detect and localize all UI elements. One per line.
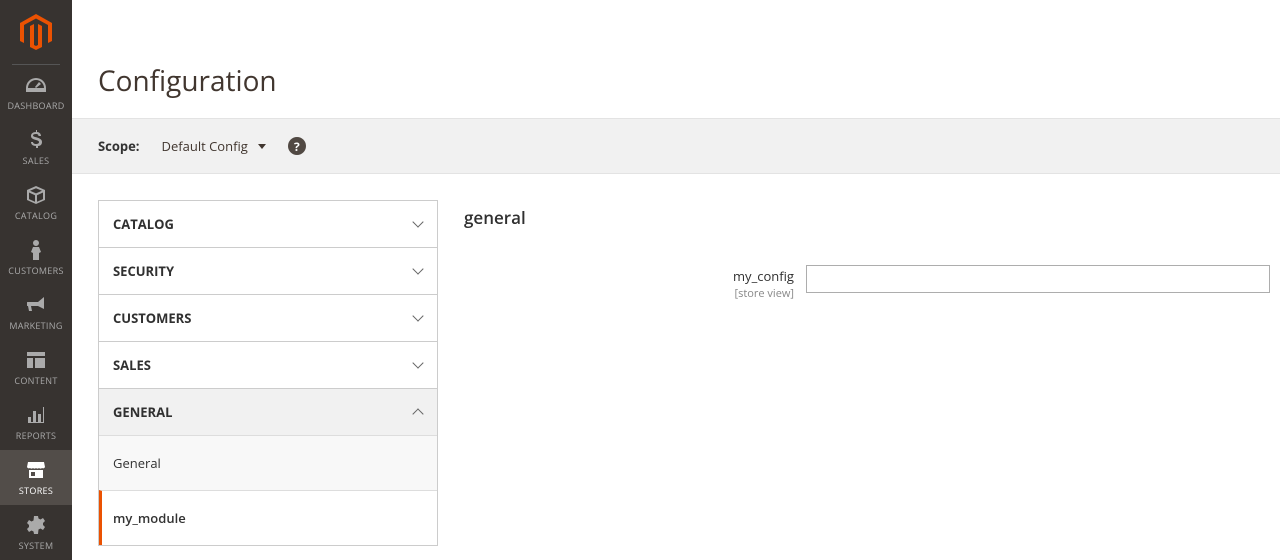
chevron-down-icon [413,313,423,323]
magento-logo[interactable] [0,0,72,64]
config-section-label: SECURITY [113,262,174,280]
sidebar-item-label: CONTENT [14,374,57,387]
dashboard-icon [26,75,46,95]
config-section-general: GENERAL General my_module [98,388,438,546]
sidebar-item-sales[interactable]: SALES [0,120,72,175]
config-section-header[interactable]: SECURITY [99,248,437,294]
scope-value: Default Config [162,137,248,155]
dollar-icon [30,130,42,150]
field-scope: [store view] [464,286,794,301]
field-label-wrap: my_config [store view] [464,265,794,301]
gear-icon [27,515,45,535]
sidebar-item-marketing[interactable]: MARKETING [0,285,72,340]
scope-label: Scope: [98,137,140,155]
form-section-title: general [464,200,1270,265]
sidebar-item-label: DASHBOARD [7,99,64,112]
sidebar-item-label: STORES [19,484,53,497]
sidebar-item-reports[interactable]: REPORTS [0,395,72,450]
config-section-sales: SALES [98,341,438,388]
field-label: my_config [733,267,794,285]
sidebar-item-label: CUSTOMERS [8,264,63,277]
bars-icon [28,405,44,425]
field-input-wrap [806,265,1270,293]
sidebar-item-label: SALES [23,154,50,167]
sidebar-item-label: MARKETING [9,319,62,332]
config-form: general my_config [store view] [464,200,1270,546]
my-config-input[interactable] [806,265,1270,293]
config-section-label: CATALOG [113,215,174,233]
sidebar-item-stores[interactable]: STORES [0,450,72,505]
person-icon [30,240,42,260]
config-section-header[interactable]: GENERAL [99,389,437,435]
sidebar-item-content[interactable]: CONTENT [0,340,72,395]
chevron-up-icon [413,407,423,417]
sidebar-item-catalog[interactable]: CATALOG [0,175,72,230]
chevron-down-icon [413,360,423,370]
config-section-header[interactable]: CUSTOMERS [99,295,437,341]
sidebar-item-label: CATALOG [15,209,57,222]
config-section-catalog: CATALOG [98,200,438,247]
config-section-label: SALES [113,356,151,374]
box-icon [27,185,45,205]
chevron-down-icon [413,219,423,229]
sidebar-item-system[interactable]: SYSTEM [0,505,72,560]
sidebar-item-dashboard[interactable]: DASHBOARD [0,65,72,120]
scope-bar: Scope: Default Config ? [72,118,1280,174]
config-section-security: SECURITY [98,247,438,294]
config-section-header[interactable]: SALES [99,342,437,388]
admin-sidebar: DASHBOARD SALES CATALOG CUSTOMERS MARKET [0,0,72,560]
config-sub-item-mymodule[interactable]: my_module [99,490,437,545]
config-sub-item-general[interactable]: General [99,435,437,490]
help-icon[interactable]: ? [288,137,306,155]
sidebar-item-customers[interactable]: CUSTOMERS [0,230,72,285]
config-nav: CATALOG SECURITY CUSTOMERS [98,200,438,546]
sidebar-item-label: REPORTS [16,429,57,442]
main-content: Configuration Scope: Default Config ? CA… [72,0,1280,560]
megaphone-icon [27,295,45,315]
page-title: Configuration [72,0,1280,118]
config-section-label: GENERAL [113,403,172,421]
field-row: my_config [store view] [464,265,1270,301]
chevron-down-icon [413,266,423,276]
storefront-icon [27,460,45,480]
scope-selector[interactable]: Default Config [162,137,266,155]
magento-logo-icon [20,14,52,50]
config-section-label: CUSTOMERS [113,309,191,327]
caret-down-icon [258,144,266,149]
config-section-header[interactable]: CATALOG [99,201,437,247]
layout-icon [27,350,45,370]
config-section-customers: CUSTOMERS [98,294,438,341]
